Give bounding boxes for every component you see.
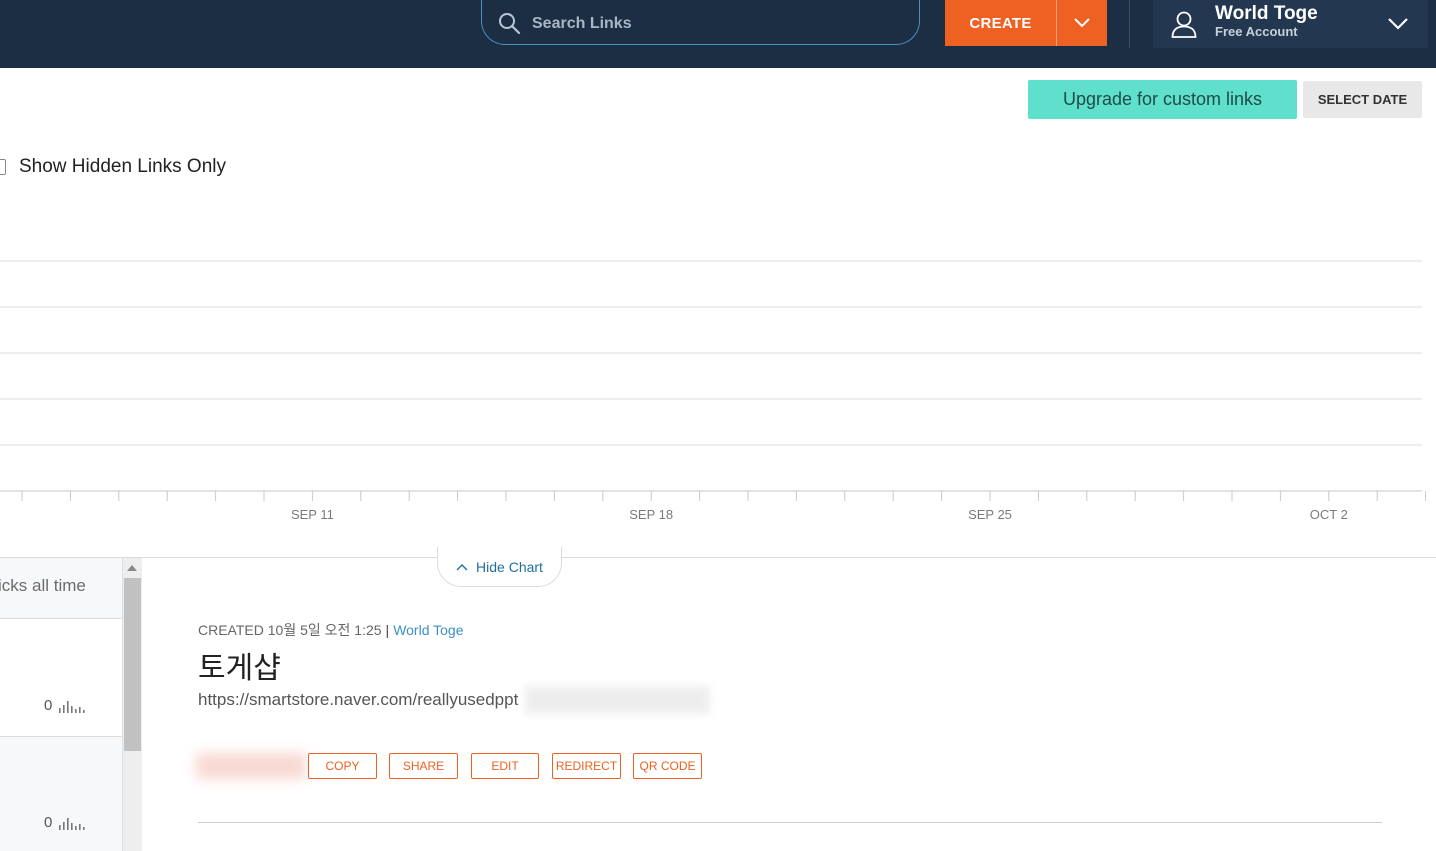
redirect-button[interactable]: REDIRECT <box>552 753 621 779</box>
account-plan: Free Account <box>1215 24 1298 39</box>
chart-x-label: SEP 18 <box>629 507 673 522</box>
click-count: 0 <box>44 697 53 714</box>
hide-chart-button[interactable]: Hide Chart <box>437 547 562 587</box>
search-icon <box>499 13 521 35</box>
nav-divider <box>1129 0 1130 48</box>
user-icon <box>1171 11 1197 38</box>
list-item[interactable]: 0 <box>0 618 122 737</box>
account-name: World Toge <box>1215 3 1318 24</box>
chart-gridlines <box>0 260 1422 492</box>
created-date: CREATED 10월 5일 오전 1:25 <box>198 622 382 638</box>
create-button[interactable]: CREATE <box>945 0 1056 46</box>
show-hidden-checkbox[interactable] <box>0 159 6 175</box>
created-separator: | <box>385 622 390 638</box>
scrollbar-thumb[interactable] <box>124 578 141 751</box>
search-box[interactable] <box>481 0 920 45</box>
created-info: CREATED 10월 5일 오전 1:25 | World Toge <box>198 620 464 640</box>
chevron-down-icon <box>1074 18 1090 28</box>
links-list: icks all time 0 0 <box>0 558 122 851</box>
copy-button[interactable]: COPY <box>308 753 377 779</box>
create-dropdown-button[interactable] <box>1056 0 1107 46</box>
detail-divider <box>198 822 1382 823</box>
chart-x-label: OCT 2 <box>1310 507 1348 522</box>
chart-divider <box>0 557 1436 558</box>
link-title: 토게샵 <box>198 652 281 685</box>
chevron-down-icon <box>1388 18 1408 30</box>
chart-x-label: SEP 11 <box>291 507 334 522</box>
show-hidden-label: Show Hidden Links Only <box>19 156 226 177</box>
scroll-up-arrow-icon[interactable] <box>127 565 137 571</box>
share-button[interactable]: SHARE <box>389 753 458 779</box>
list-item[interactable]: 0 <box>0 736 122 851</box>
created-by-link[interactable]: World Toge <box>393 622 463 638</box>
chart-x-ticks <box>21 491 1427 501</box>
click-count: 0 <box>44 814 53 831</box>
mini-chart-icon <box>59 701 85 713</box>
search-input[interactable] <box>530 9 894 39</box>
long-url[interactable]: https://smartstore.naver.com/reallyusedp… <box>198 690 518 710</box>
chevron-up-icon <box>456 563 468 570</box>
redacted-short-link <box>196 753 306 779</box>
chart-x-label: SEP 25 <box>968 507 1012 522</box>
qr-code-button[interactable]: QR CODE <box>633 753 702 779</box>
chart-x-labels: SEP 11 SEP 18 SEP 25 OCT 2 <box>291 507 1348 522</box>
upgrade-custom-links-button[interactable]: Upgrade for custom links <box>1028 80 1297 119</box>
hide-chart-label: Hide Chart <box>476 558 543 575</box>
select-date-button[interactable]: SELECT DATE <box>1303 81 1422 118</box>
redacted-url-part <box>525 686 710 714</box>
list-scrollbar[interactable] <box>122 558 142 851</box>
edit-button[interactable]: EDIT <box>471 753 539 779</box>
mini-chart-icon <box>59 818 85 830</box>
account-menu[interactable]: World Toge Free Account <box>1153 0 1428 48</box>
clicks-bar-chart: SEP 11 SEP 18 SEP 25 OCT 2 <box>0 260 1427 522</box>
clicks-all-time-header: icks all time <box>0 576 86 595</box>
